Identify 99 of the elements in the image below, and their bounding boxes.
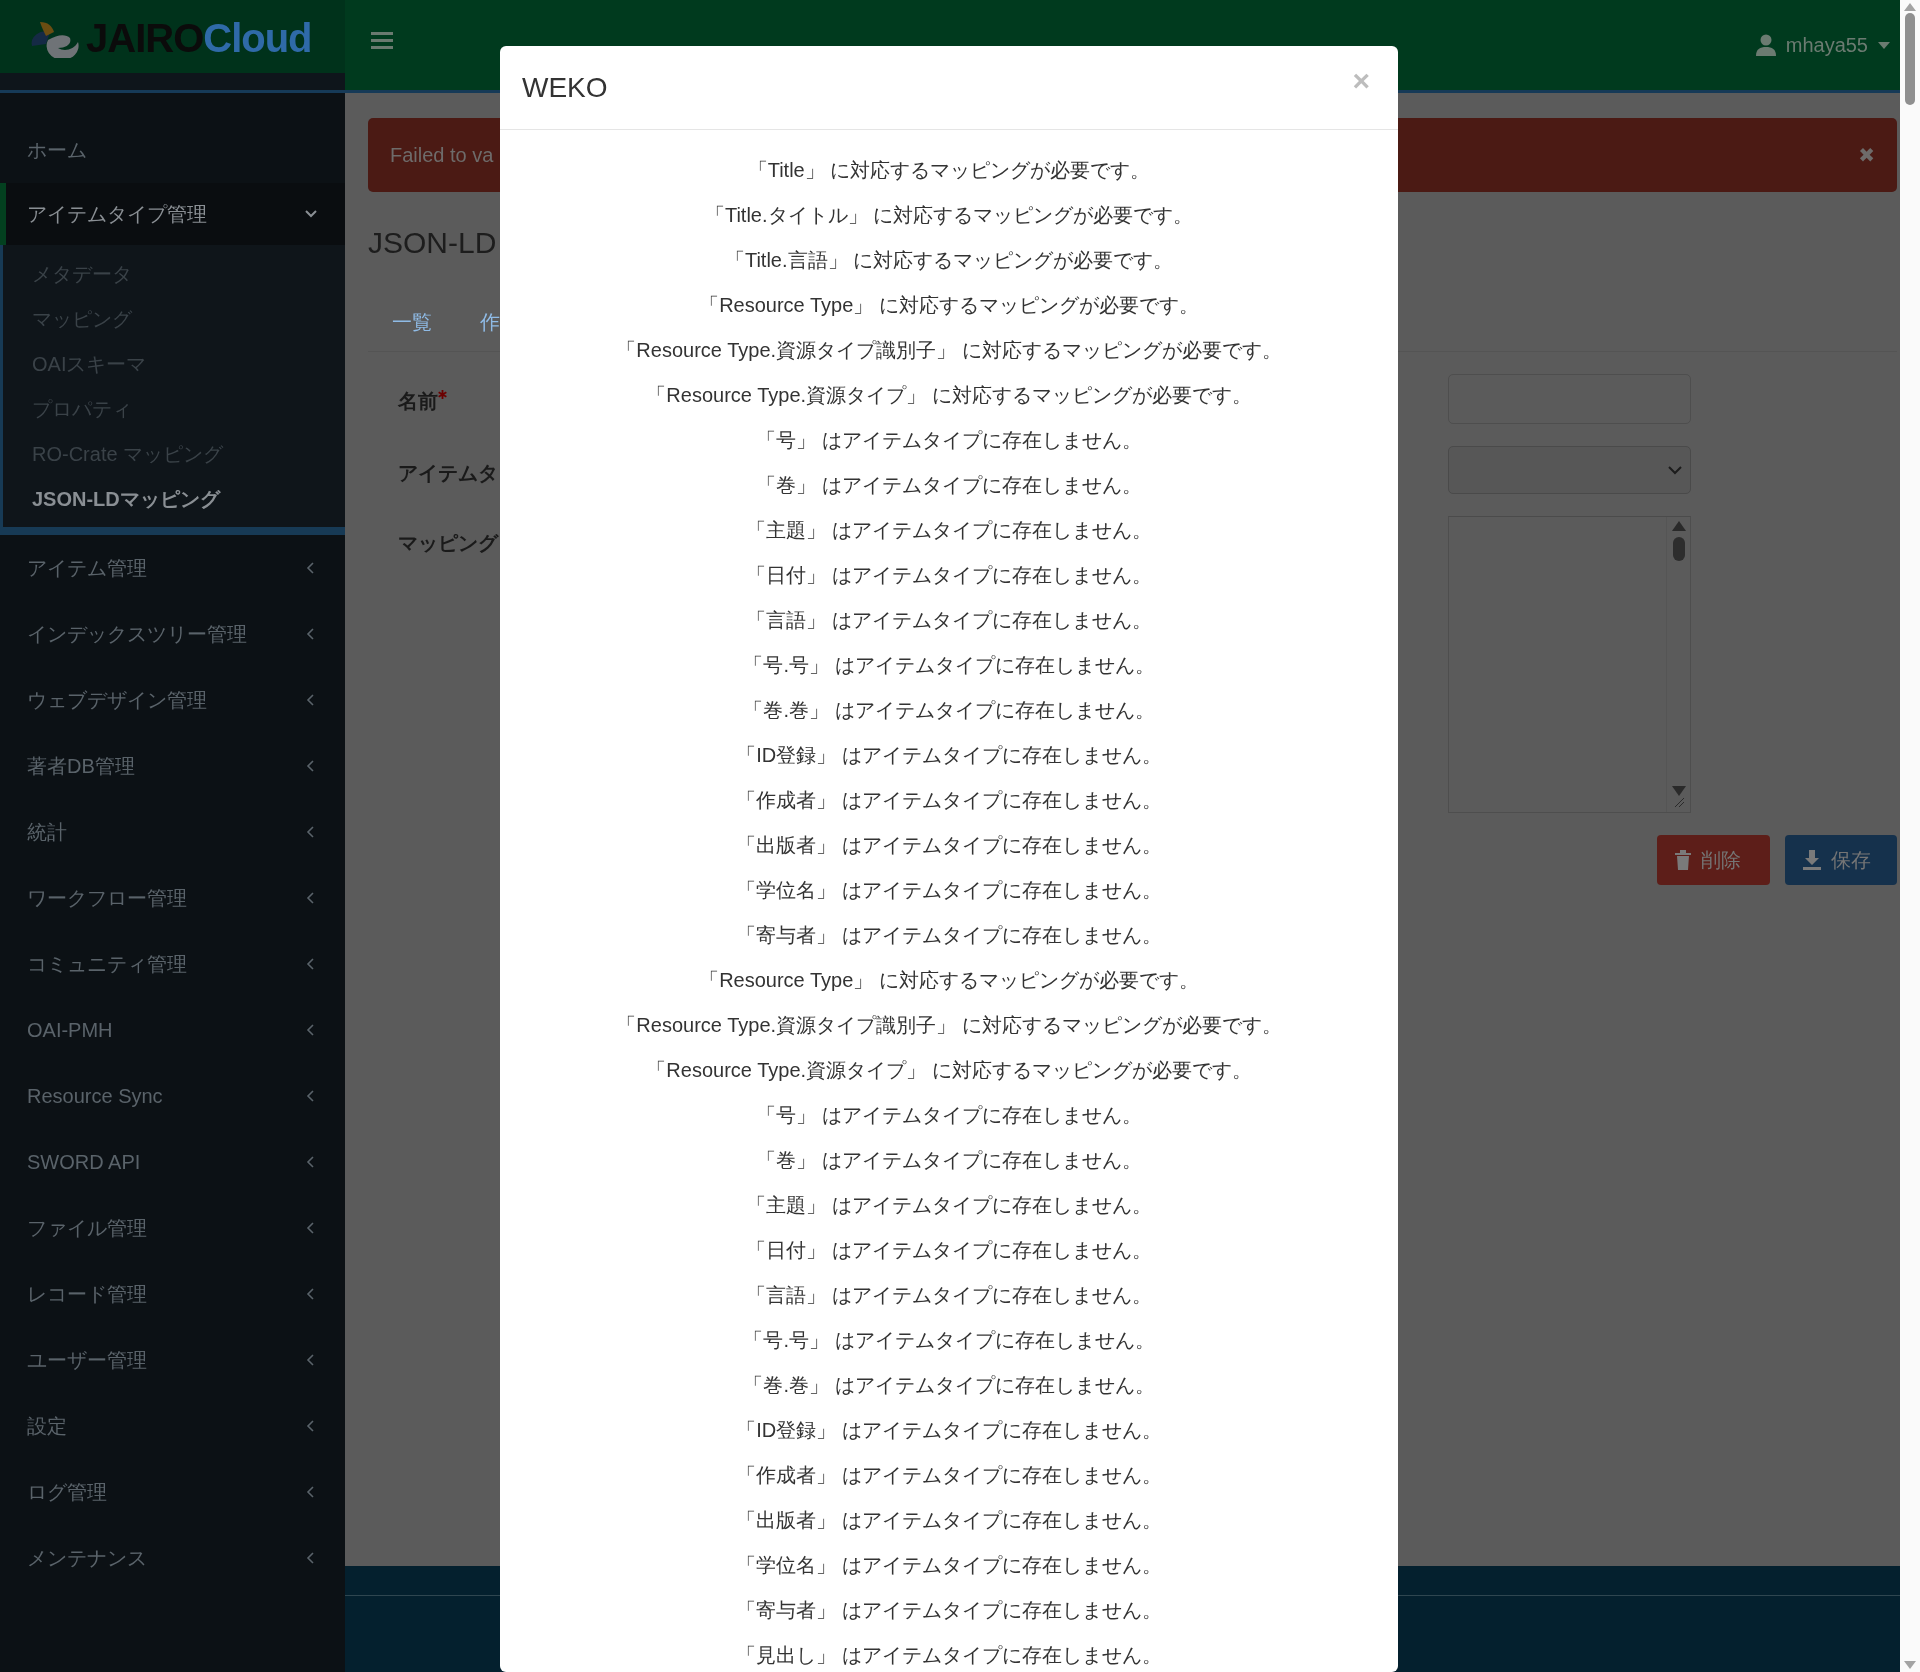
trash-icon (1675, 850, 1691, 870)
alert-close-button[interactable]: ✖ (1858, 140, 1875, 170)
sidebar-item[interactable]: レコード管理 (0, 1261, 345, 1327)
sidebar-item[interactable]: アイテム管理 (0, 535, 345, 601)
message-text: 「号.号」 はアイテムタイプに存在しません。 (743, 654, 1155, 676)
page-title: JSON-LD (368, 226, 497, 259)
message-text: 「日付」 はアイテムタイプに存在しません。 (746, 1239, 1152, 1261)
chevron-icon (305, 628, 317, 640)
chevron-icon (305, 1024, 317, 1036)
message-text: 「号」 はアイテムタイプに存在しません。 (756, 429, 1142, 451)
sidebar-item[interactable]: 著者DB管理 (0, 733, 345, 799)
chevron-icon (305, 562, 317, 574)
message-text: 「Resource Type.資源タイプ識別子」 に対応するマッピングが必要です。 (616, 1014, 1282, 1036)
message-text: 「巻」 はアイテムタイプに存在しません。 (756, 1149, 1142, 1171)
field-label: アイテムタ (398, 461, 498, 486)
save-button[interactable]: 保存 (1785, 835, 1897, 885)
chevron-icon (305, 208, 317, 220)
chevron-icon (305, 694, 317, 706)
sidebar-item[interactable]: OAI-PMH (0, 997, 345, 1063)
message-text: 「作成者」 はアイテムタイプに存在しません。 (736, 1464, 1162, 1486)
textarea-field[interactable] (1448, 516, 1691, 813)
sidebar-item[interactable]: メンテナンス (0, 1525, 345, 1591)
message-text: 「Resource Type.資源タイプ」 に対応するマッピングが必要です。 (646, 384, 1252, 406)
sidebar-item[interactable]: 統計 (0, 799, 345, 865)
chevron-icon (305, 1354, 317, 1366)
message-text: 「学位名」 はアイテムタイプに存在しません。 (736, 879, 1162, 901)
select-field[interactable] (1448, 446, 1691, 494)
message-text: 「Resource Type」 に対応するマッピングが必要です。 (699, 294, 1199, 316)
user-icon (1755, 34, 1776, 56)
scroll-thumb[interactable] (1672, 537, 1685, 561)
scroll-up-icon[interactable] (1671, 521, 1686, 531)
caret-icon (1878, 41, 1890, 49)
sidebar-item[interactable]: ワークフロー管理 (0, 865, 345, 931)
menu-button[interactable] (371, 30, 393, 50)
chevron-icon (305, 1156, 317, 1168)
message-text: 「ID登録」 はアイテムタイプに存在しません。 (736, 1419, 1162, 1441)
modal-title: WEKO (522, 70, 608, 105)
message-text: 「巻.巻」 はアイテムタイプに存在しません。 (743, 1374, 1155, 1396)
download-icon (1803, 850, 1821, 870)
sidebar-item[interactable]: 設定 (0, 1393, 345, 1459)
user-menu[interactable]: mhaya55 (1785, 30, 1868, 60)
message-text: 「寄与者」 はアイテムタイプに存在しません。 (736, 924, 1162, 946)
chevron-icon (305, 1288, 317, 1300)
message-text: 「巻.巻」 はアイテムタイプに存在しません。 (743, 699, 1155, 721)
message-text: 「日付」 はアイテムタイプに存在しません。 (746, 564, 1152, 586)
scroll-down-icon[interactable] (1671, 786, 1686, 796)
message-text: 「Resource Type」 に対応するマッピングが必要です。 (699, 969, 1199, 991)
alert-text: Failed to va (390, 143, 494, 168)
message-text: 「寄与者」 はアイテムタイプに存在しません。 (736, 1599, 1162, 1621)
sidebar-item[interactable]: アイテムタイプ管理 (0, 183, 345, 245)
message-text: 「主題」 はアイテムタイプに存在しません。 (746, 1194, 1152, 1216)
scroll-up-icon[interactable] (1904, 3, 1916, 11)
message-text: 「号」 はアイテムタイプに存在しません。 (756, 1104, 1142, 1126)
message-text: 「主題」 はアイテムタイプに存在しません。 (746, 519, 1152, 541)
delete-button[interactable]: 削除 (1657, 835, 1770, 885)
sidebar-item[interactable]: ファイル管理 (0, 1195, 345, 1261)
chevron-icon (305, 892, 317, 904)
chevron-icon (305, 958, 317, 970)
sidebar-item[interactable]: コミュニティ管理 (0, 931, 345, 997)
message-text: 「言語」 はアイテムタイプに存在しません。 (746, 1284, 1152, 1306)
sidebar-item[interactable]: Resource Sync (0, 1063, 345, 1129)
scrollbar[interactable] (1900, 0, 1920, 1672)
message-text: 「号.号」 はアイテムタイプに存在しません。 (743, 1329, 1155, 1351)
chevron-icon (305, 760, 317, 772)
sidebar-item[interactable]: インデックスツリー管理 (0, 601, 345, 667)
scroll-thumb[interactable] (1905, 13, 1915, 105)
message-text: 「Title.言語」 に対応するマッピングが必要です。 (724, 249, 1174, 271)
sidebar-item[interactable]: ログ管理 (0, 1459, 345, 1525)
message-text: 「Resource Type.資源タイプ識別子」 に対応するマッピングが必要です。 (616, 339, 1282, 361)
tab-link[interactable]: 一覧 (392, 307, 432, 337)
chevron-icon (305, 1090, 317, 1102)
resize-handle-icon[interactable] (1672, 796, 1685, 808)
sidebar-item[interactable]: SWORD API (0, 1129, 345, 1195)
sidebar-item[interactable]: ウェブデザイン管理 (0, 667, 345, 733)
message-text: 「ID登録」 はアイテムタイプに存在しません。 (736, 744, 1162, 766)
tab-link[interactable]: 作 (480, 307, 500, 337)
sidebar-item[interactable]: ホーム (0, 117, 345, 183)
message-text: 「Resource Type.資源タイプ」 に対応するマッピングが必要です。 (646, 1059, 1252, 1081)
submenu-item[interactable]: JSON-LDマッピング (32, 476, 345, 521)
message-text: 「見出し」 はアイテムタイプに存在しません。 (736, 1644, 1162, 1666)
sidebar-item[interactable]: ユーザー管理 (0, 1327, 345, 1393)
chevron-icon (305, 1222, 317, 1234)
field-label: マッピング (398, 531, 498, 556)
chevron-icon (305, 1552, 317, 1564)
message-text: 「作成者」 はアイテムタイプに存在しません。 (736, 789, 1162, 811)
chevron-icon (305, 1420, 317, 1432)
message-text: 「出版者」 はアイテムタイプに存在しません。 (736, 834, 1162, 856)
message-text: 「出版者」 はアイテムタイプに存在しません。 (736, 1509, 1162, 1531)
close-button[interactable]: × (1346, 64, 1376, 97)
message-text: 「学位名」 はアイテムタイプに存在しません。 (736, 1554, 1162, 1576)
field-label: 名前 (398, 389, 438, 414)
chevron-down-icon (1668, 465, 1682, 475)
message-text: 「Title.タイトル」 に対応するマッピングが必要です。 (704, 204, 1194, 226)
chevron-icon (305, 1486, 317, 1498)
scroll-down-icon[interactable] (1904, 1661, 1916, 1669)
message-text: 「言語」 はアイテムタイプに存在しません。 (746, 609, 1152, 631)
message-text: 「Title」 に対応するマッピングが必要です。 (747, 159, 1151, 181)
chevron-icon (305, 826, 317, 838)
message-text: 「巻」 はアイテムタイプに存在しません。 (756, 474, 1142, 496)
